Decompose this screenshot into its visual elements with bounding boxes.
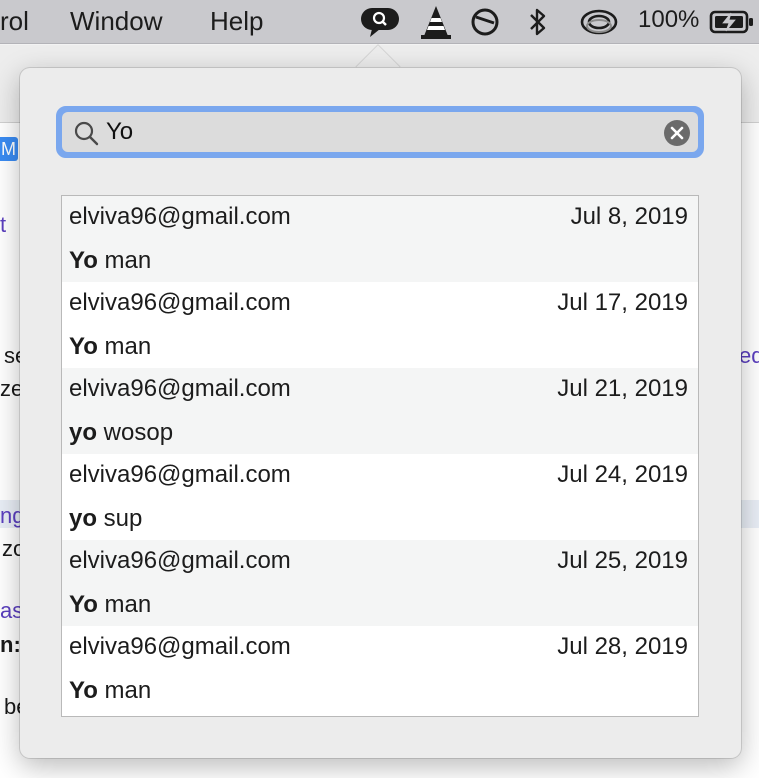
subject-match: yo (69, 419, 98, 446)
result-subject: Yo man (69, 591, 151, 619)
battery-percentage: 100% (638, 6, 700, 33)
clear-search-button[interactable] (664, 120, 690, 146)
result-sender: elviva96@gmail.com (69, 547, 291, 574)
result-subject: yo wosop (69, 419, 173, 447)
list-item[interactable]: elviva96@gmail.com Jul 21, 2019 yo wosop (62, 368, 698, 454)
subject-match: Yo (69, 591, 98, 618)
result-date: Jul 17, 2019 (557, 289, 688, 316)
menu-item-window[interactable]: Window (70, 6, 162, 37)
subject-rest: man (97, 591, 152, 618)
menu-item-help[interactable]: Help (210, 6, 263, 37)
close-icon (670, 126, 684, 140)
result-subject: Yo man (69, 333, 151, 361)
menu-item-control[interactable]: rol (0, 6, 29, 37)
subject-match: yo (69, 505, 98, 532)
result-sender: elviva96@gmail.com (69, 203, 291, 230)
circle-slash-icon[interactable] (468, 4, 502, 40)
list-item[interactable]: elviva96@gmail.com Jul 8, 2019 Yo man (62, 196, 698, 282)
result-date: Jul 8, 2019 (570, 203, 688, 230)
subject-match: Yo (69, 247, 98, 274)
result-sender: elviva96@gmail.com (69, 375, 291, 402)
result-sender: elviva96@gmail.com (69, 289, 291, 316)
result-subject: Yo man (69, 677, 151, 705)
battery-icon[interactable] (708, 4, 756, 40)
background-badge: M (0, 137, 18, 161)
list-item[interactable]: elviva96@gmail.com Jul 25, 2019 Yo man (62, 540, 698, 626)
subject-rest: man (97, 677, 152, 704)
subject-match: Yo (69, 677, 98, 704)
wifi-icon[interactable] (578, 4, 620, 40)
background-text-fragment: ed (739, 343, 759, 368)
search-chat-icon[interactable] (358, 4, 402, 40)
list-item[interactable]: elviva96@gmail.com Jul 17, 2019 Yo man (62, 282, 698, 368)
menu-bar: rol Window Help 100% (0, 0, 759, 44)
bluetooth-icon[interactable] (524, 4, 552, 40)
subject-match: Yo (69, 333, 98, 360)
search-field-background (62, 112, 698, 152)
result-sender: elviva96@gmail.com (69, 461, 291, 488)
search-input[interactable] (106, 116, 646, 148)
subject-rest: man (97, 247, 152, 274)
subject-rest: wosop (97, 419, 174, 446)
result-sender: elviva96@gmail.com (69, 633, 291, 660)
result-date: Jul 21, 2019 (557, 375, 688, 402)
background-text-fragment: n: (0, 632, 21, 657)
subject-rest: sup (97, 505, 143, 532)
result-subject: Yo man (69, 247, 151, 275)
result-date: Jul 24, 2019 (557, 461, 688, 488)
subject-rest: man (97, 333, 152, 360)
result-date: Jul 25, 2019 (557, 547, 688, 574)
list-item[interactable]: elviva96@gmail.com Jul 24, 2019 yo sup (62, 454, 698, 540)
search-results-list: elviva96@gmail.com Jul 8, 2019 Yo man el… (61, 195, 699, 717)
background-text-fragment: t (0, 212, 7, 237)
list-item[interactable]: elviva96@gmail.com Jul 28, 2019 Yo man (62, 626, 698, 712)
search-box (56, 106, 704, 158)
vlc-cone-icon[interactable] (418, 4, 454, 40)
search-icon (72, 119, 100, 152)
result-date: Jul 28, 2019 (557, 633, 688, 660)
result-subject: yo sup (69, 505, 142, 533)
